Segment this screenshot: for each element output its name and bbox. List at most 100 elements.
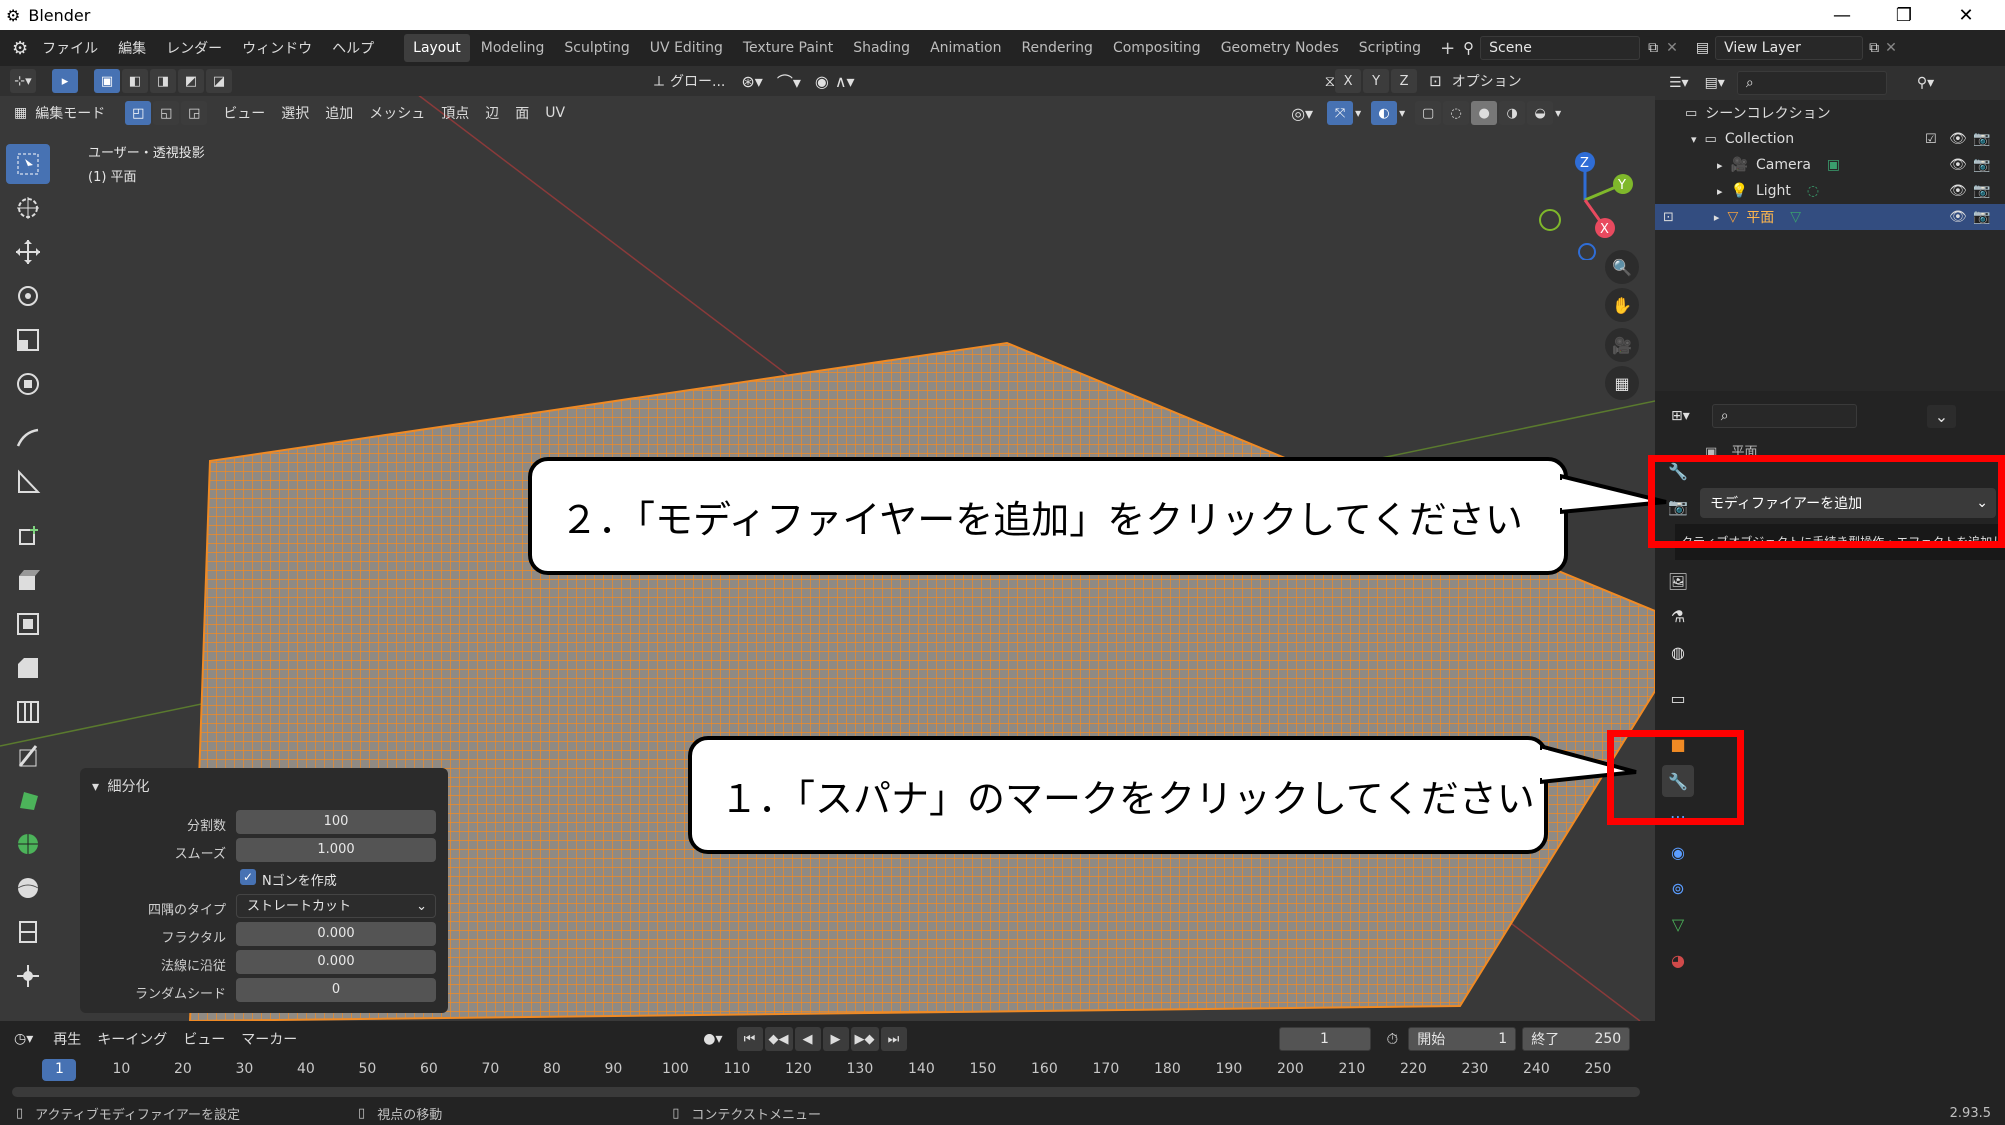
- falloff-icon[interactable]: ∧▾: [835, 72, 855, 91]
- material-tab-icon[interactable]: ◕: [1662, 944, 1694, 976]
- include-checkbox[interactable]: ☑: [1925, 132, 1937, 147]
- annotate-tool-icon[interactable]: [6, 418, 50, 458]
- outliner-editor-type-icon[interactable]: ☰▾: [1669, 75, 1689, 91]
- shrink-fatten-tool-icon[interactable]: [6, 956, 50, 996]
- gizmo-dropdown-icon[interactable]: ▾: [1355, 106, 1361, 120]
- tab-scripting[interactable]: Scripting: [1350, 34, 1430, 62]
- transform-orientation-icon[interactable]: ⟂: [654, 72, 664, 90]
- quad-corner-type-dropdown[interactable]: ストレートカット ⌄: [236, 894, 436, 918]
- render-camera-icon[interactable]: 📷: [1973, 131, 1990, 147]
- menu-add[interactable]: 追加: [325, 103, 353, 123]
- minimize-button[interactable]: —: [1812, 0, 1872, 30]
- mirror-y-toggle[interactable]: Y: [1363, 69, 1390, 93]
- select-tool-icon[interactable]: ▸: [52, 69, 78, 93]
- wireframe-shading-icon[interactable]: ◌: [1443, 101, 1470, 125]
- random-seed-field[interactable]: 0: [236, 978, 436, 1002]
- select-mode-intersect-icon[interactable]: ◪: [206, 69, 232, 93]
- edge-select-icon[interactable]: ◱: [153, 101, 180, 125]
- light-row[interactable]: ▸ 💡 Light ◌ 👁 📷: [1655, 178, 2005, 204]
- render-camera-icon[interactable]: 📷: [1973, 183, 1990, 199]
- expand-arrow-icon[interactable]: ▸: [1714, 211, 1720, 224]
- physics-tab-icon[interactable]: ◉: [1662, 836, 1694, 868]
- eye-icon[interactable]: 👁: [1949, 157, 1967, 173]
- tab-layout[interactable]: Layout: [404, 34, 470, 62]
- menu-view[interactable]: ビュー: [223, 103, 265, 123]
- edit-mode-icon[interactable]: ⊡: [1663, 210, 1674, 225]
- spin-tool-icon[interactable]: [6, 824, 50, 864]
- smooth-tool-icon[interactable]: [6, 868, 50, 908]
- select-mode-subtract-icon[interactable]: ◨: [150, 69, 176, 93]
- remove-view-layer-icon[interactable]: ✕: [1885, 40, 1897, 56]
- new-view-layer-icon[interactable]: ⧉: [1869, 40, 1879, 56]
- extrude-tool-icon[interactable]: [6, 560, 50, 600]
- menu-vertex[interactable]: 頂点: [441, 103, 469, 123]
- tab-rendering[interactable]: Rendering: [1012, 34, 1102, 62]
- collection-tab-icon[interactable]: ▭: [1662, 682, 1694, 714]
- expand-arrow-icon[interactable]: ▾: [1691, 133, 1697, 146]
- eye-icon[interactable]: 👁: [1949, 209, 1967, 225]
- properties-editor-type-icon[interactable]: ⊞▾: [1671, 408, 1690, 424]
- world-tab-icon[interactable]: ◍: [1662, 636, 1694, 668]
- editor-type-icon[interactable]: ⊹▾: [10, 69, 36, 93]
- camera-view-icon[interactable]: 🎥: [1605, 328, 1639, 362]
- smoothness-field[interactable]: 1.000: [236, 838, 436, 862]
- select-box-tool-icon[interactable]: [6, 144, 50, 184]
- solid-shading-icon[interactable]: ●: [1471, 101, 1498, 125]
- eye-icon[interactable]: 👁: [1949, 131, 1967, 147]
- view-layer-tab-icon[interactable]: 🖼: [1662, 565, 1694, 597]
- scene-collection-row[interactable]: ▭ シーンコレクション: [1655, 100, 2005, 126]
- camera-data-icon[interactable]: ▣: [1827, 157, 1840, 173]
- display-mode-icon[interactable]: ▤▾: [1705, 75, 1725, 91]
- collection-row[interactable]: ▾ ▭ Collection ☑ 👁 📷: [1655, 126, 2005, 152]
- view-layer-icon[interactable]: ▤: [1696, 40, 1709, 56]
- face-select-icon[interactable]: ◲: [181, 101, 208, 125]
- scene-selector[interactable]: Scene: [1480, 36, 1641, 60]
- mode-icon[interactable]: ▦: [14, 105, 27, 121]
- snap-icon[interactable]: ⌒▾: [777, 69, 801, 93]
- knife-tool-icon[interactable]: [6, 736, 50, 776]
- expand-arrow-icon[interactable]: ▸: [1717, 159, 1723, 172]
- menu-edge[interactable]: 辺: [485, 103, 499, 123]
- visibility-icon[interactable]: ◎▾: [1291, 104, 1313, 123]
- menu-window[interactable]: ウィンドウ: [242, 38, 312, 58]
- overlay-dropdown-icon[interactable]: ▾: [1399, 106, 1405, 120]
- remove-scene-icon[interactable]: ✕: [1666, 40, 1678, 56]
- expand-arrow-icon[interactable]: ▸: [1717, 185, 1723, 198]
- navigation-gizmo[interactable]: Z Y X: [1525, 140, 1645, 260]
- maximize-button[interactable]: ❐: [1874, 0, 1934, 30]
- xray-toggle-icon[interactable]: ▢: [1415, 101, 1442, 125]
- menu-mesh[interactable]: メッシュ: [369, 103, 425, 123]
- add-cube-tool-icon[interactable]: [6, 516, 50, 556]
- pivot-point-icon[interactable]: ⊛▾: [741, 72, 762, 91]
- outliner-search-input[interactable]: ⌕: [1736, 71, 1887, 95]
- cursor-tool-icon[interactable]: [6, 188, 50, 228]
- menu-help[interactable]: ヘルプ: [332, 38, 374, 58]
- render-camera-icon[interactable]: 📷: [1973, 157, 1990, 173]
- fractal-field[interactable]: 0.000: [236, 922, 436, 946]
- plane-row[interactable]: ⊡ ▸ ▽ 平面 ▽ 👁 📷: [1655, 204, 2005, 230]
- edge-slide-tool-icon[interactable]: [6, 912, 50, 952]
- gizmo-toggle-icon[interactable]: ⤧: [1327, 101, 1354, 125]
- constraints-tab-icon[interactable]: ⊚: [1662, 872, 1694, 904]
- light-data-icon[interactable]: ◌: [1807, 183, 1819, 199]
- transform-orientation-dropdown[interactable]: グロー...: [670, 71, 725, 91]
- scene-icon[interactable]: ⚲: [1463, 39, 1474, 57]
- mirror-icon[interactable]: ⧖: [1325, 72, 1336, 90]
- zoom-icon[interactable]: 🔍: [1605, 250, 1639, 284]
- poly-build-tool-icon[interactable]: [6, 780, 50, 820]
- tab-sculpting[interactable]: Sculpting: [555, 34, 638, 62]
- proportional-edit-icon[interactable]: ◉: [815, 72, 829, 91]
- tab-compositing[interactable]: Compositing: [1104, 34, 1210, 62]
- vertex-select-icon[interactable]: ◰: [125, 101, 152, 125]
- rendered-shading-icon[interactable]: ◒: [1527, 101, 1554, 125]
- close-button[interactable]: ✕: [1936, 0, 1996, 30]
- blender-menu-icon[interactable]: ⚙: [12, 38, 28, 59]
- overlay-toggle-icon[interactable]: ◐: [1371, 101, 1398, 125]
- mirror-x-toggle[interactable]: X: [1335, 69, 1362, 93]
- menu-uv[interactable]: UV: [545, 105, 565, 121]
- mode-dropdown[interactable]: 編集モード: [35, 103, 105, 123]
- perspective-grid-icon[interactable]: ▦: [1605, 366, 1639, 400]
- move-tool-icon[interactable]: [6, 232, 50, 272]
- view-layer-selector[interactable]: View Layer: [1715, 36, 1864, 60]
- number-cuts-field[interactable]: 100: [236, 810, 436, 834]
